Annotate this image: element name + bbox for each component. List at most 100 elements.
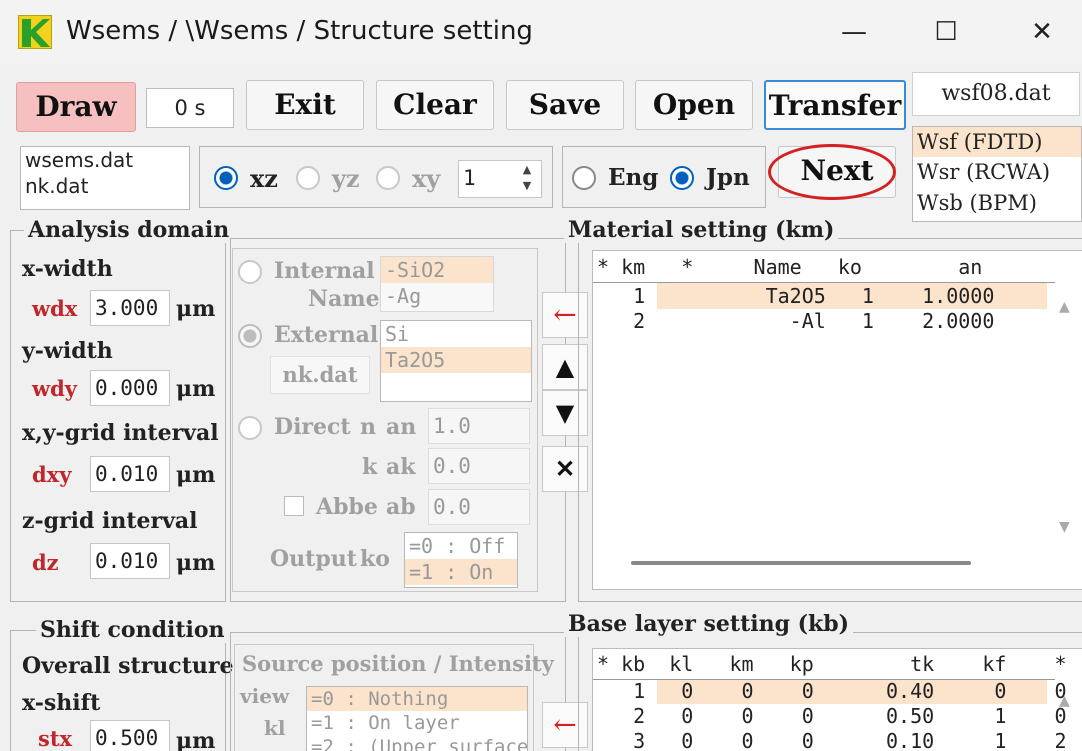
save-button[interactable]: Save xyxy=(506,80,624,130)
stx-label: stx xyxy=(38,726,73,751)
list-item[interactable]: wsems.dat xyxy=(21,147,189,173)
list-item[interactable]: Si xyxy=(381,321,531,347)
base-layer-title: Base layer setting (kb) xyxy=(564,611,854,637)
scroll-down-icon[interactable]: ▼ xyxy=(1059,519,1070,535)
table-header: * km * Name ko an xyxy=(597,255,983,279)
base-layer-table[interactable]: * kb kl km kp tk kf * 1 0 0 0 0.40 0 0 2… xyxy=(592,648,1082,751)
list-item[interactable]: =0 : Nothing xyxy=(307,687,527,711)
internal-radio[interactable] xyxy=(238,260,262,284)
list-item[interactable]: Wsr (RCWA) xyxy=(913,157,1081,188)
unit-label: μm xyxy=(176,462,216,488)
ab-label: ab xyxy=(386,494,416,520)
internal-label: Internal xyxy=(274,258,375,284)
eng-label: Eng xyxy=(608,164,659,191)
external-radio[interactable] xyxy=(238,324,262,348)
ak-label: ak xyxy=(386,454,416,480)
xy-grid-label: x,y-grid interval xyxy=(22,420,219,446)
close-button[interactable]: ✕ xyxy=(1022,12,1062,52)
table-row[interactable]: 3 0 0 0 0.10 1 2 xyxy=(597,729,1067,751)
list-item[interactable]: =2 : (Upper surface) xyxy=(307,735,527,751)
list-item[interactable]: =1 : On layer xyxy=(307,711,527,735)
time-display: 0 s xyxy=(146,88,234,128)
z-grid-label: z-grid interval xyxy=(22,508,198,534)
data-file-name: wsf08.dat xyxy=(912,72,1080,116)
xy-label: xy xyxy=(412,164,441,193)
window-title: Wsems / \Wsems / Structure setting xyxy=(66,16,533,46)
scroll-up-icon[interactable]: ▲ xyxy=(1059,693,1070,709)
x-shift-label: x-shift xyxy=(22,690,101,716)
output-label: Output xyxy=(270,546,357,572)
scroll-up-icon[interactable]: ▲ xyxy=(1059,299,1070,315)
horizontal-scrollbar[interactable] xyxy=(631,561,971,565)
dz-label: dz xyxy=(32,550,59,575)
list-item[interactable]: Wsb (BPM) xyxy=(913,188,1081,219)
table-row[interactable]: 1 Ta2O5 1 1.0000 xyxy=(597,283,994,309)
shift-condition-title: Shift condition xyxy=(36,617,229,643)
an-input[interactable]: 1.0 xyxy=(428,408,530,444)
unit-label: μm xyxy=(176,550,216,576)
app-logo-icon xyxy=(18,15,52,49)
table-row[interactable]: 2 -Al 1 2.0000 xyxy=(597,308,994,334)
dxy-input[interactable]: 0.010 xyxy=(90,456,170,492)
open-button[interactable]: Open xyxy=(635,80,753,130)
highlight-circle xyxy=(768,144,896,200)
x-width-label: x-width xyxy=(22,256,113,282)
file-list[interactable]: wsems.dat nk.dat xyxy=(20,146,190,210)
abbe-label: Abbe xyxy=(316,494,378,520)
unit-label: μm xyxy=(176,728,216,751)
ab-input[interactable]: 0.0 xyxy=(428,489,530,525)
minimize-button[interactable]: — xyxy=(834,12,874,52)
source-title: Source position / Intensity xyxy=(242,651,554,676)
table-header: * kb kl km kp tk kf * xyxy=(597,652,1067,676)
table-row[interactable]: 2 0 0 0 0.50 1 0 xyxy=(597,704,1067,729)
eng-radio[interactable] xyxy=(572,166,596,190)
list-item[interactable]: Wsf (FDTD) xyxy=(913,127,1081,157)
wdy-label: wdy xyxy=(32,376,77,401)
ko-label: ko xyxy=(360,546,390,572)
yz-radio[interactable] xyxy=(296,166,320,190)
source-list[interactable]: =0 : Nothing =1 : On layer =2 : (Upper s… xyxy=(306,686,528,751)
wdy-input[interactable]: 0.000 xyxy=(90,370,170,406)
wdx-input[interactable]: 3.000 xyxy=(90,290,170,326)
direct-radio[interactable] xyxy=(238,416,262,440)
overall-structure-label: Overall structure xyxy=(22,653,234,679)
wdx-label: wdx xyxy=(32,296,78,321)
nk-file-button[interactable]: nk.dat xyxy=(270,356,370,394)
maximize-button[interactable]: ☐ xyxy=(926,12,966,52)
view-label: view xyxy=(240,684,290,708)
k-label: k xyxy=(362,454,378,480)
direct-label: Direct xyxy=(274,414,351,440)
abbe-checkbox[interactable] xyxy=(284,496,304,516)
stx-input[interactable]: 0.500 xyxy=(90,720,170,751)
an-label: an xyxy=(386,414,417,440)
material-table[interactable]: * km * Name ko an 1 Ta2O5 1 1.0000 2 -Al… xyxy=(592,250,1082,590)
clear-button[interactable]: Clear xyxy=(376,80,494,130)
internal-material-list[interactable]: -SiO2 -Ag xyxy=(380,256,494,312)
ak-input[interactable]: 0.0 xyxy=(428,448,530,484)
external-material-list[interactable]: Si Ta2O5 xyxy=(380,320,532,402)
list-item[interactable]: nk.dat xyxy=(21,173,189,199)
list-item[interactable]: -SiO2 xyxy=(381,257,493,283)
spin-stepper-icon[interactable]: ▲ ▼ xyxy=(514,162,540,196)
y-width-label: y-width xyxy=(22,338,113,364)
xz-radio[interactable] xyxy=(214,166,238,190)
list-item[interactable]: =0 : Off xyxy=(405,533,517,559)
draw-button[interactable]: Draw xyxy=(16,82,136,132)
table-row[interactable]: 1 0 0 0 0.40 0 0 xyxy=(597,679,1067,704)
yz-label: yz xyxy=(332,164,360,193)
unit-label: μm xyxy=(176,296,216,322)
xy-radio[interactable] xyxy=(376,166,400,190)
analysis-domain-title: Analysis domain xyxy=(24,217,234,243)
xz-label: xz xyxy=(250,164,278,193)
transfer-button[interactable]: Transfer xyxy=(764,80,906,130)
dz-input[interactable]: 0.010 xyxy=(90,543,170,579)
list-item[interactable]: -Ag xyxy=(381,283,493,309)
kl-label: kl xyxy=(264,716,286,740)
jpn-radio[interactable] xyxy=(670,166,694,190)
output-list[interactable]: =0 : Off =1 : On xyxy=(404,532,518,588)
exit-button[interactable]: Exit xyxy=(246,80,364,130)
solver-list[interactable]: Wsf (FDTD) Wsr (RCWA) Wsb (BPM) xyxy=(912,126,1082,222)
list-item[interactable]: =1 : On xyxy=(405,559,517,585)
name-label: Name xyxy=(308,286,380,312)
list-item[interactable]: Ta2O5 xyxy=(381,347,531,373)
